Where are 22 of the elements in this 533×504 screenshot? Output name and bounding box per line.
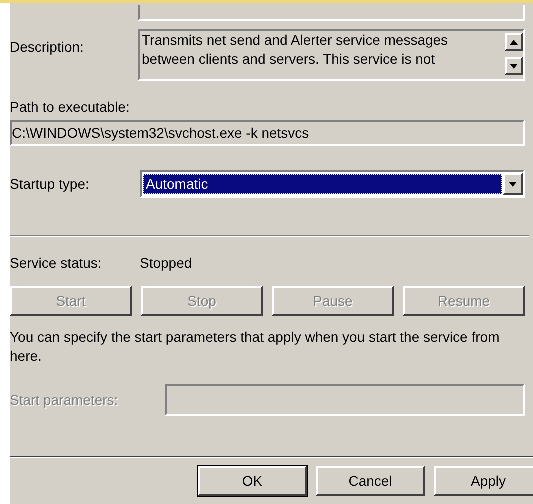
down-arrow-icon bbox=[509, 182, 517, 186]
service-status-label: Service status: bbox=[10, 254, 103, 273]
scroll-down-button[interactable] bbox=[505, 57, 523, 75]
dialog-button[interactable]: Apply bbox=[434, 466, 533, 496]
service-status-value: Stopped bbox=[140, 254, 192, 273]
start-parameters-hint: You can specify the start parameters that apply when you start the service from here. bbox=[10, 328, 501, 366]
dropdown-button[interactable] bbox=[503, 173, 523, 195]
startup-type-value: Automatic bbox=[143, 174, 502, 194]
dialog-button[interactable]: OK bbox=[198, 466, 307, 496]
display-name-field[interactable] bbox=[138, 5, 525, 21]
down-arrow-icon bbox=[510, 64, 518, 68]
start-parameters-label: Start parameters: bbox=[10, 390, 120, 410]
up-arrow-icon bbox=[510, 40, 518, 44]
description-text: Transmits net send and Alerter service messages between clients and servers. This service is not bbox=[141, 31, 450, 69]
startup-type-dropdown[interactable]: Automatic bbox=[140, 170, 525, 198]
start-parameters-field[interactable] bbox=[165, 384, 525, 416]
scroll-up-button[interactable] bbox=[505, 33, 523, 51]
dialog-button[interactable]: Cancel bbox=[316, 466, 425, 496]
path-label: Path to executable: bbox=[10, 98, 130, 117]
path-value: C:\WINDOWS\system32\svchost.exe -k netsvcs bbox=[12, 124, 310, 143]
description-label: Description: bbox=[10, 38, 85, 57]
startup-type-label: Startup type: bbox=[10, 174, 90, 194]
